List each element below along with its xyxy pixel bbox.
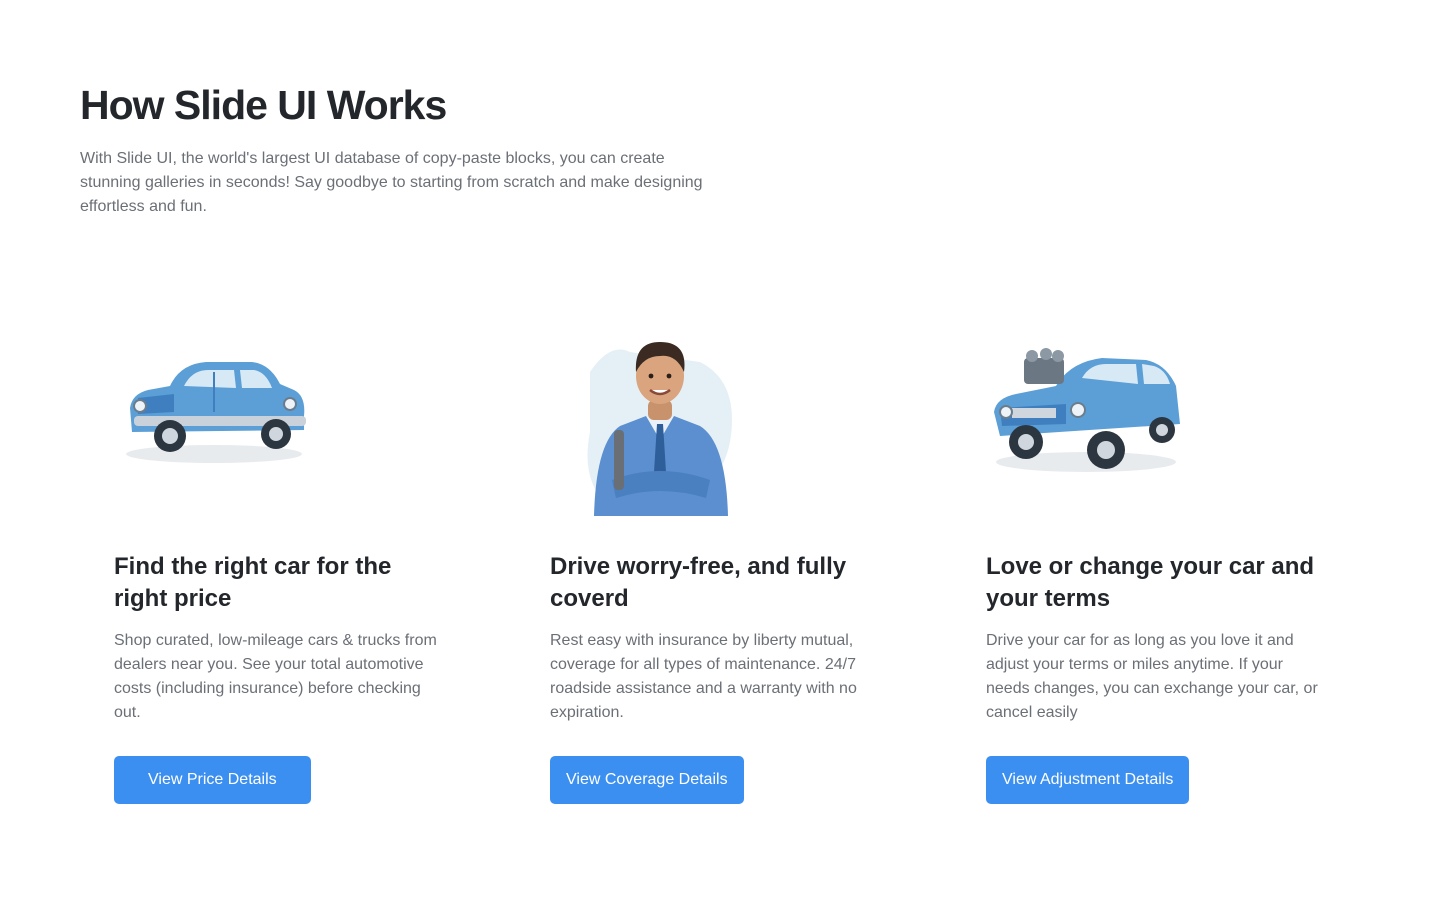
card-title: Find the right car for the right price [114,553,392,612]
feature-card-coverage: Drive worry-free, and fully coverd Rest … [550,312,890,804]
page-intro: With Slide UI, the world's largest UI da… [80,150,703,215]
view-price-details-button[interactable]: View Price Details [114,756,311,804]
card-title: Love or change your car and your terms [986,553,1315,612]
section-header: How Slide UI Works With Slide UI, the wo… [80,78,740,219]
view-coverage-details-button[interactable]: View Coverage Details [550,756,744,804]
smiling-man-icon [550,312,755,517]
card-description: Drive your car for as long as you love i… [986,632,1318,721]
feature-card-adjustment: Love or change your car and your terms D… [986,312,1326,804]
card-description: Rest easy with insurance by liberty mutu… [550,632,857,721]
feature-card-price: Find the right car for the right price S… [114,312,454,804]
card-title: Drive worry-free, and fully coverd [550,553,847,612]
card-description: Shop curated, low-mileage cars & trucks … [114,632,437,721]
page-title: How Slide UI Works [80,82,447,128]
blue-vintage-car-icon [114,312,319,517]
blue-hot-rod-car-icon [986,312,1191,517]
view-adjustment-details-button[interactable]: View Adjustment Details [986,756,1190,804]
